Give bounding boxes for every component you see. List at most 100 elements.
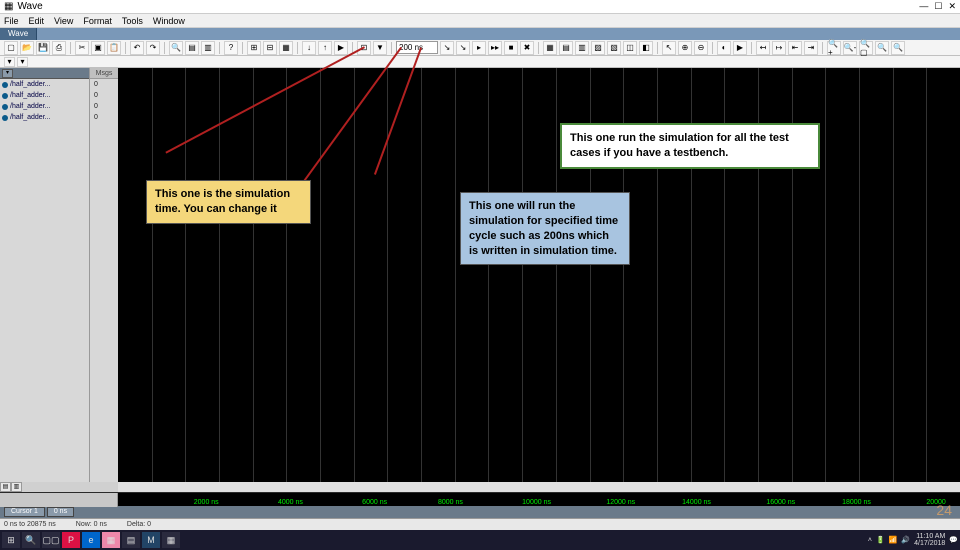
toolbar-icon[interactable]: ▤: [559, 41, 573, 55]
toolbar-icon[interactable]: ↤: [756, 41, 770, 55]
minimize-button[interactable]: —: [919, 1, 928, 12]
taskbar-app-icon[interactable]: M: [142, 532, 160, 548]
callout-sim-time: This one is the simulation time. You can…: [146, 180, 311, 224]
tray-volume-icon[interactable]: 🔊: [901, 536, 910, 544]
toolbar-icon[interactable]: ⊕: [678, 41, 692, 55]
cursor-bar: Cursor 1 0 ns: [0, 506, 960, 518]
menu-format[interactable]: Format: [83, 16, 112, 26]
timeline: 2000 ns 4000 ns 6000 ns 8000 ns 10000 ns…: [0, 492, 960, 506]
taskbar-app-icon[interactable]: e: [82, 532, 100, 548]
toolbar-icon[interactable]: ▦: [543, 41, 557, 55]
signal-names-column: ▾ /half_adder... /half_adder... /half_ad…: [0, 68, 90, 482]
taskbar-app-icon[interactable]: ▦: [162, 532, 180, 548]
zoom-icon[interactable]: 🔍: [875, 41, 889, 55]
run-all-icon[interactable]: ▸▸: [488, 41, 502, 55]
toolbar-icon[interactable]: ▧: [607, 41, 621, 55]
save-icon[interactable]: 💾: [36, 41, 50, 55]
toolbar-icon[interactable]: ▶: [733, 41, 747, 55]
help-icon[interactable]: ?: [224, 41, 238, 55]
waveform-canvas[interactable]: [118, 68, 960, 482]
signal-value: 0: [90, 112, 118, 123]
menu-view[interactable]: View: [54, 16, 73, 26]
toolbar-icon[interactable]: ▥: [201, 41, 215, 55]
zoom-in-icon[interactable]: 🔍+: [827, 41, 841, 55]
redo-icon[interactable]: ↷: [146, 41, 160, 55]
timeline-tick: 14000 ns: [682, 499, 711, 506]
scrollbar-track[interactable]: [118, 482, 960, 492]
tray-wifi-icon[interactable]: 📶: [889, 536, 898, 544]
paste-icon[interactable]: 📋: [107, 41, 121, 55]
menu-file[interactable]: File: [4, 16, 19, 26]
print-icon[interactable]: ⎙: [52, 41, 66, 55]
signal-value: 0: [90, 101, 118, 112]
signal-row[interactable]: /half_adder...: [0, 101, 89, 112]
bottom-bar: 0 ns to 20875 ns Now: 0 ns Delta: 0: [0, 518, 960, 530]
signal-row[interactable]: /half_adder...: [0, 79, 89, 90]
toolbar-icon[interactable]: ▾: [4, 57, 15, 67]
taskbar-app-icon[interactable]: ▤: [122, 532, 140, 548]
toolbar-icon[interactable]: ◫: [623, 41, 637, 55]
timeline-tick: 18000 ns: [842, 499, 871, 506]
tab-wave[interactable]: Wave: [0, 28, 37, 40]
signal-header-icon[interactable]: ▾: [2, 69, 13, 78]
open-icon[interactable]: 📂: [20, 41, 34, 55]
timeline-track[interactable]: 2000 ns 4000 ns 6000 ns 8000 ns 10000 ns…: [118, 493, 960, 507]
signal-values-header: Msgs: [90, 68, 118, 79]
tray-battery-icon[interactable]: 🔋: [876, 536, 885, 544]
copy-icon[interactable]: ▣: [91, 41, 105, 55]
toolbar-icon[interactable]: ▾: [17, 57, 28, 67]
tray-up-icon[interactable]: ˄: [868, 537, 872, 544]
toolbar-icon[interactable]: ⇥: [804, 41, 818, 55]
signal-bullet-icon: [2, 104, 8, 110]
zoom-full-icon[interactable]: 🔍▢: [859, 41, 873, 55]
toolbar-icon[interactable]: ▥: [575, 41, 589, 55]
cursor-icon[interactable]: ↖: [662, 41, 676, 55]
tray-time: 11:10 AM: [914, 533, 945, 540]
undo-icon[interactable]: ↶: [130, 41, 144, 55]
toolbar-icon[interactable]: ⇤: [788, 41, 802, 55]
run-step-icon[interactable]: ↘: [456, 41, 470, 55]
run-step-icon[interactable]: ↘: [440, 41, 454, 55]
slide-number: 24: [936, 502, 952, 518]
taskbar-app-icon[interactable]: P: [62, 532, 80, 548]
new-icon[interactable]: ▢: [4, 41, 18, 55]
menu-window[interactable]: Window: [153, 16, 185, 26]
toolbar-icon[interactable]: ⊖: [694, 41, 708, 55]
tabbar: Wave: [0, 28, 960, 40]
toolbar-icon[interactable]: ▨: [591, 41, 605, 55]
toolbar-icon[interactable]: ⊞: [247, 41, 261, 55]
start-button[interactable]: ⊞: [2, 532, 20, 548]
signal-row[interactable]: /half_adder...: [0, 112, 89, 123]
toolbar-icon[interactable]: ⊟: [263, 41, 277, 55]
stop-icon[interactable]: ✖: [520, 41, 534, 55]
menu-tools[interactable]: Tools: [122, 16, 143, 26]
search-icon[interactable]: 🔍: [22, 532, 40, 548]
signal-row[interactable]: /half_adder...: [0, 90, 89, 101]
close-button[interactable]: ✕: [948, 1, 956, 12]
menu-edit[interactable]: Edit: [29, 16, 45, 26]
break-icon[interactable]: ■: [504, 41, 518, 55]
toolbar-icon[interactable]: ↓: [302, 41, 316, 55]
toolbar-icon[interactable]: ↑: [318, 41, 332, 55]
toolbar-icon[interactable]: ▶: [334, 41, 348, 55]
scroll-icon[interactable]: ▤: [0, 482, 11, 492]
maximize-button[interactable]: ☐: [934, 1, 942, 12]
zoom-out-icon[interactable]: 🔍-: [843, 41, 857, 55]
toolbar-icon[interactable]: ◐: [717, 41, 731, 55]
toolbar-icon[interactable]: ↦: [772, 41, 786, 55]
run-icon[interactable]: ▸: [472, 41, 486, 55]
tray-date: 4/17/2018: [914, 540, 945, 547]
toolbar-icon[interactable]: ▼: [373, 41, 387, 55]
zoom-icon[interactable]: 🔍: [891, 41, 905, 55]
tray-notification-icon[interactable]: 💬: [949, 536, 958, 544]
find-icon[interactable]: 🔍: [169, 41, 183, 55]
taskbar-app-icon[interactable]: ▦: [102, 532, 120, 548]
scroll-icon[interactable]: ▥: [11, 482, 22, 492]
cut-icon[interactable]: ✂: [75, 41, 89, 55]
toolbar-icon[interactable]: ◧: [639, 41, 653, 55]
app-icon: ▦: [4, 1, 13, 12]
timeline-tick: 10000 ns: [522, 499, 551, 506]
toolbar-icon[interactable]: ▦: [279, 41, 293, 55]
task-view-icon[interactable]: ▢▢: [42, 532, 60, 548]
toolbar-icon[interactable]: ▤: [185, 41, 199, 55]
